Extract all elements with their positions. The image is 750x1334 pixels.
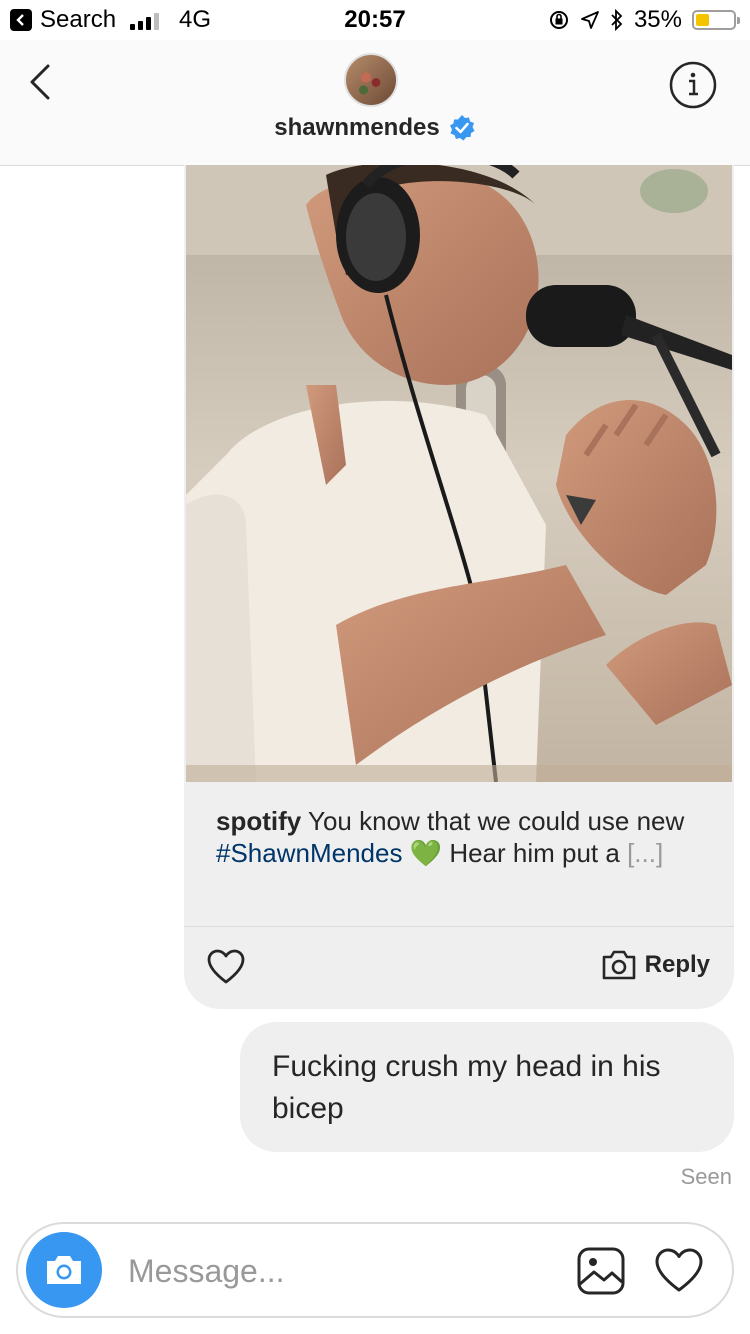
card-divider [184,926,734,927]
reply-button[interactable]: Reply [601,949,710,981]
conversation-title[interactable]: shawnmendes [0,114,750,142]
seen-status: Seen [680,1164,732,1189]
caption-username[interactable]: spotify [216,806,301,836]
rotation-lock-icon [549,11,568,29]
info-button[interactable] [668,60,718,110]
verified-badge-icon [449,115,475,141]
like-post-button[interactable] [206,947,246,987]
caption-hashtag[interactable]: #ShawnMendes [216,838,402,868]
message-input[interactable] [126,1242,550,1300]
caption-more[interactable]: [...] [627,838,663,868]
singer-photo-illustration [186,165,732,782]
message-bubble[interactable]: Fucking crush my head in his bicep [240,1022,734,1152]
back-button[interactable] [20,60,64,104]
chevron-left-icon [30,64,50,100]
shared-post-image[interactable] [186,165,732,782]
message-composer [16,1222,734,1318]
info-icon [669,61,717,109]
green-heart-emoji: 💚 [409,838,443,868]
heart-icon [655,1248,703,1292]
caption-text-part-1: You know that we could use new [308,806,685,836]
battery-percent: 35% [633,6,682,33]
image-gallery-icon [577,1247,625,1295]
location-icon [581,11,599,29]
username: shawnmendes [274,114,440,141]
shared-post-card[interactable]: spotify You know that we could use new #… [184,165,734,1009]
gallery-button[interactable] [576,1246,626,1296]
status-right: 35% [548,6,740,34]
status-bar: Search 4G 20:57 35% [0,0,750,40]
avatar[interactable] [344,53,398,107]
conversation-header: shawnmendes [0,40,750,166]
send-heart-button[interactable] [654,1246,704,1296]
camera-icon [47,1256,81,1284]
battery-fill [696,14,709,26]
reply-label: Reply [644,951,710,978]
heart-icon [207,949,245,984]
caption-text-part-2: Hear him put a [449,838,620,868]
bluetooth-icon [611,9,623,31]
battery-icon [692,10,740,30]
camera-icon [602,950,635,980]
camera-button[interactable] [26,1232,102,1308]
shared-post-caption: spotify You know that we could use new #… [216,805,706,869]
message-text: Fucking crush my head in his bicep [272,1050,661,1125]
